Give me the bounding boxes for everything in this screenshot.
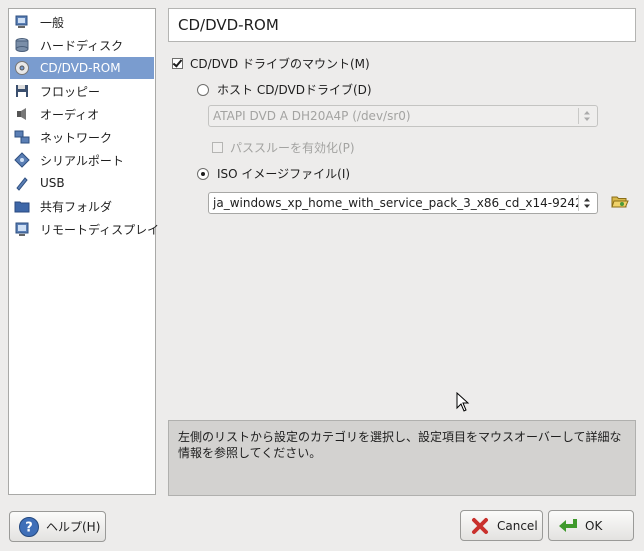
sidebar-item-audio[interactable]: オーディオ [10,103,154,125]
open-folder-icon[interactable] [611,193,629,211]
info-text: 左側のリストから設定のカテゴリを選択し、設定項目をマウスオーバーして詳細な情報を… [178,430,622,460]
iso-image-value: ja_windows_xp_home_with_service_pack_3_x… [213,196,578,210]
help-button-label: ヘルプ(H) [46,520,101,534]
network-icon [14,130,30,144]
ok-button-label: OK [585,518,603,533]
host-drive-radio[interactable]: ホスト CD/DVDドライブ(D) [197,81,372,98]
sidebar-item-floppy[interactable]: フロッピー [10,80,154,102]
ok-button[interactable]: OK [548,510,634,541]
floppy-icon [16,85,28,97]
passthrough-checkbox[interactable]: パススルーを有効化(P) [212,139,355,156]
usb-icon [16,177,28,191]
iso-image-label: ISO イメージファイル(I) [217,167,351,181]
sidebar-item-label: リモートディスプレイ [40,222,160,237]
mouse-cursor-icon [456,392,470,412]
sidebar-item-label: フロッピー [40,84,101,99]
folder-icon [14,201,30,213]
page-header: CD/DVD-ROM [168,8,636,42]
iso-image-radio[interactable]: ISO イメージファイル(I) [197,165,350,182]
radio[interactable] [197,167,209,180]
sidebar-item-label: CD/DVD-ROM [40,61,121,75]
sidebar-item-label: シリアルポート [40,153,124,168]
mount-drive-checkbox[interactable]: CD/DVD ドライブのマウント(M) [172,55,370,72]
sidebar-item-label: USB [40,176,65,190]
help-icon: ? [19,516,39,537]
host-drive-label: ホスト CD/DVDドライブ(D) [217,83,372,97]
ok-arrow-icon [559,518,577,532]
mount-drive-label: CD/DVD ドライブのマウント(M) [190,57,370,71]
info-description-box: 左側のリストから設定のカテゴリを選択し、設定項目をマウスオーバーして詳細な情報を… [168,420,636,496]
sidebar-item-general[interactable]: 一般 [10,11,154,33]
settings-category-list[interactable]: 一般 ハードディスク CD/DVD-ROM フロッピー オーディオ ネットワーク [8,8,159,495]
serial-port-icon [14,152,30,168]
sidebar-item-label: 共有フォルダ [40,199,113,214]
iso-image-select[interactable]: ja_windows_xp_home_with_service_pack_3_x… [208,192,598,214]
monitor-icon [15,15,28,28]
cd-icon [15,61,29,75]
checkbox[interactable] [212,142,223,153]
page-title: CD/DVD-ROM [178,16,279,34]
radio[interactable] [197,83,209,96]
checkbox[interactable] [172,58,183,69]
svg-text:?: ? [25,520,33,535]
host-drive-value: ATAPI DVD A DH20A4P (/dev/sr0) [213,109,411,123]
help-button[interactable]: ? ヘルプ(H) [9,511,106,542]
cancel-button[interactable]: Cancel [460,510,543,541]
sidebar-item-hard-disk[interactable]: ハードディスク [10,34,154,56]
updown-arrows-icon [578,108,595,124]
sidebar-item-network[interactable]: ネットワーク [10,126,154,148]
sidebar-item-shared-folders[interactable]: 共有フォルダ [10,195,154,217]
remote-display-icon [15,222,29,236]
cancel-icon [472,517,488,534]
sidebar-item-cd-dvd[interactable]: CD/DVD-ROM [10,57,154,79]
cancel-button-label: Cancel [497,518,538,533]
updown-arrows-icon [578,195,595,211]
passthrough-label: パススルーを有効化(P) [230,141,355,155]
sidebar-item-label: 一般 [40,15,65,30]
sidebar-item-remote-display[interactable]: リモートディスプレイ [10,218,159,240]
speaker-icon [17,108,26,120]
sidebar-item-label: オーディオ [40,107,100,122]
sidebar-item-label: ハードディスク [40,38,124,53]
sidebar-item-label: ネットワーク [40,130,113,145]
hard-disk-icon [15,38,29,52]
sidebar-item-serial-port[interactable]: シリアルポート [10,149,154,171]
sidebar-item-usb[interactable]: USB [10,172,154,194]
host-drive-select[interactable]: ATAPI DVD A DH20A4P (/dev/sr0) [208,105,598,127]
